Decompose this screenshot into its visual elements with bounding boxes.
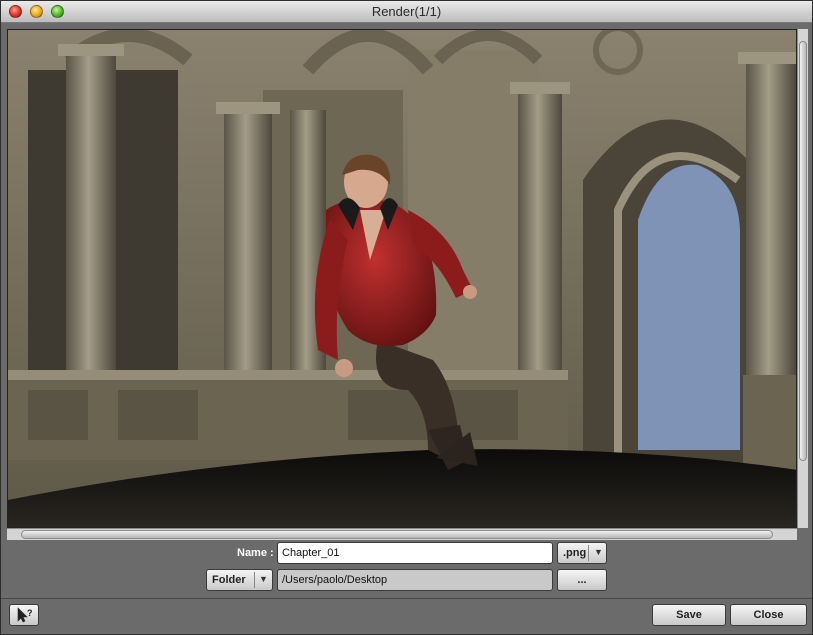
- horizontal-scroll-thumb[interactable]: [21, 530, 773, 539]
- svg-text:?: ?: [27, 608, 33, 618]
- render-preview: [7, 29, 797, 528]
- window-title: Render(1/1): [371, 4, 442, 19]
- help-button[interactable]: ?: [9, 604, 39, 626]
- name-field[interactable]: Chapter_01: [277, 542, 553, 564]
- path-field[interactable]: /Users/paolo/Desktop: [277, 569, 553, 591]
- dropdown-separator: [588, 545, 589, 561]
- location-type-dropdown[interactable]: Folder ▼: [206, 569, 273, 591]
- rendered-scene-image: [8, 30, 796, 527]
- close-button[interactable]: Close: [730, 604, 807, 626]
- save-button[interactable]: Save: [652, 604, 726, 626]
- format-value: .png: [563, 547, 587, 559]
- footer-divider: [1, 598, 812, 599]
- chevron-down-icon: ▼: [259, 574, 268, 584]
- chevron-down-icon: ▼: [594, 547, 603, 557]
- dropdown-separator: [254, 572, 255, 588]
- help-pointer-icon: ?: [17, 607, 33, 623]
- vertical-scrollbar[interactable]: [797, 29, 808, 528]
- browse-button[interactable]: ...: [557, 569, 607, 591]
- vertical-scroll-thumb[interactable]: [799, 41, 807, 461]
- location-type-value: Folder: [212, 574, 246, 586]
- name-label: Name :: [237, 547, 274, 559]
- horizontal-scrollbar[interactable]: [7, 528, 797, 540]
- render-window: Render(1/1) Name: Chapter_01 .png ▼ Fol…: [0, 0, 813, 635]
- format-dropdown[interactable]: .png ▼: [557, 542, 607, 564]
- title-bar[interactable]: Render(1/1): [1, 1, 812, 23]
